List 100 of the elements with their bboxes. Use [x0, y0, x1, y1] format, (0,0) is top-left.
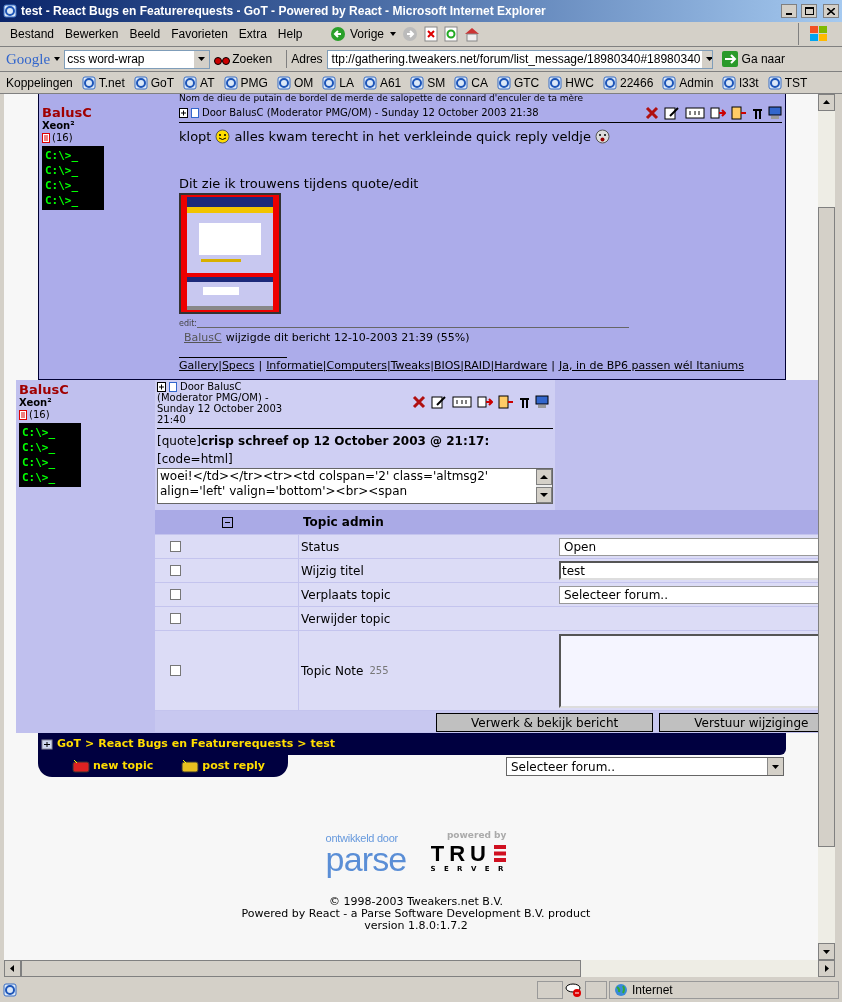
avatar-text: C:\>_	[22, 440, 57, 455]
menu-item[interactable]: Extra	[234, 25, 271, 43]
signature-link[interactable]: Gallery|Specs	[179, 357, 255, 374]
computer-icon[interactable]	[768, 105, 782, 120]
post-header: Door BalusC	[180, 381, 242, 392]
minimize-button[interactable]	[781, 4, 797, 18]
breadcrumb-link[interactable]: test	[310, 735, 335, 753]
scroll-left-icon[interactable]	[4, 960, 21, 977]
link-item[interactable]: OM	[276, 73, 314, 92]
link-item[interactable]: A61	[362, 73, 402, 92]
collapse-icon[interactable]	[221, 516, 233, 528]
signature-link[interactable]: Informatie|Computers|Tweaks|BIOS|RAID|Hardware	[266, 357, 548, 374]
link-item[interactable]: PMG	[223, 73, 268, 92]
checkbox[interactable]	[170, 665, 181, 676]
action-link[interactable]: new topic	[72, 757, 154, 775]
vertical-scrollbar[interactable]	[818, 94, 835, 960]
note-text-area[interactable]	[559, 633, 818, 708]
delete-icon[interactable]	[412, 395, 426, 409]
link-item[interactable]: 22466	[602, 73, 654, 92]
quote-icon[interactable]	[452, 395, 472, 409]
checkbox[interactable]	[170, 613, 181, 624]
pi-icon[interactable]	[519, 395, 530, 409]
home-icon[interactable]	[464, 26, 481, 42]
edit-icon[interactable]	[664, 105, 680, 120]
menu-item[interactable]: Beeld	[125, 25, 165, 43]
scrollbar-thumb[interactable]	[21, 960, 581, 977]
close-button[interactable]	[823, 4, 839, 18]
scroll-down-icon[interactable]	[536, 487, 552, 503]
computer-icon[interactable]	[535, 395, 549, 409]
address-field[interactable]: ttp://gathering.tweakers.net/forum/list_message/18980340#18980340	[326, 49, 713, 69]
globe-page-icon	[454, 75, 469, 90]
breadcrumb-link[interactable]: GoT	[57, 735, 82, 753]
link-item[interactable]: Admin	[662, 73, 714, 92]
refresh-icon[interactable]	[444, 26, 459, 42]
arrow-icon[interactable]	[477, 395, 493, 409]
close-icon	[827, 7, 835, 15]
scroll-down-icon[interactable]	[818, 943, 835, 960]
menu-item[interactable]: Help	[273, 25, 307, 43]
checkbox[interactable]	[170, 589, 181, 600]
link-item[interactable]: SM	[410, 73, 446, 92]
link-item[interactable]: TST	[767, 73, 808, 92]
google-search-button[interactable]: Zoeken	[214, 50, 273, 68]
door-icon[interactable]	[498, 395, 514, 409]
link-item[interactable]: GTC	[496, 73, 540, 92]
checkbox[interactable]	[170, 541, 181, 552]
post-header: Sunday 12 October 2003	[157, 403, 283, 414]
form-button[interactable]: Verstuur wijziginge	[659, 713, 818, 732]
plus-icon[interactable]	[157, 381, 166, 392]
true-logo: TRU	[430, 842, 491, 865]
link-item[interactable]: GoT	[133, 73, 175, 92]
document-icon	[19, 410, 27, 420]
code-text-area[interactable]: woei!</td></tr><tr><td colspan='2' class='altmsg2' align='left' valign='bottom'><br><span	[157, 468, 553, 504]
text-field[interactable]: test	[559, 561, 818, 580]
dropdown-arrow-icon	[198, 57, 206, 61]
form-button[interactable]: Verwerk & bekijk bericht	[436, 713, 654, 732]
link-item[interactable]: LA	[322, 73, 354, 92]
user-link[interactable]: BalusC	[184, 330, 222, 347]
google-search-field[interactable]: css word-wrap	[64, 49, 211, 69]
select-field[interactable]: Open	[559, 537, 818, 556]
door-icon[interactable]	[731, 105, 747, 120]
page-icon[interactable]	[191, 107, 199, 118]
edit-icon[interactable]	[431, 395, 447, 409]
arrow-icon[interactable]	[710, 105, 726, 120]
quote-icon[interactable]	[685, 105, 705, 120]
forum-select[interactable]: Selecteer forum..	[506, 757, 784, 776]
action-link[interactable]: post reply	[181, 757, 266, 775]
menu-item[interactable]: Favorieten	[167, 25, 232, 43]
menu-item[interactable]: Bewerken	[61, 25, 123, 43]
select-field[interactable]: Selecteer forum..	[559, 585, 818, 604]
scrollbar-thumb[interactable]	[818, 207, 835, 847]
page-icon[interactable]	[169, 381, 177, 392]
go-button[interactable]: Ga naar	[720, 50, 785, 68]
signature-link[interactable]: Ja, in de BP6 passen wél Itaniums	[559, 357, 744, 374]
link-item[interactable]: l33t	[722, 73, 759, 92]
maximize-button[interactable]	[801, 4, 817, 18]
link-item[interactable]: AT	[183, 73, 215, 92]
caret-icon[interactable]	[54, 57, 61, 61]
post-header: 21:40	[157, 414, 186, 425]
link-item[interactable]: CA	[454, 73, 488, 92]
plus-icon[interactable]	[179, 107, 188, 118]
breadcrumb-separator: >	[85, 735, 95, 752]
status-panel	[585, 981, 607, 999]
clipped-text: Nom de dieu de putain de bordel de merde de salopette de connard d'enculer de ta mère	[179, 94, 585, 103]
stripes-icon	[494, 845, 506, 862]
status-panel	[537, 981, 563, 999]
menu-item[interactable]: Bestand	[6, 25, 59, 43]
dropdown-arrow-icon	[772, 764, 779, 769]
caret-icon[interactable]	[390, 32, 397, 36]
back-button[interactable]: Vorige	[330, 25, 385, 43]
breadcrumb-link[interactable]: React Bugs en Featurerequests	[98, 735, 294, 753]
globe-page-icon	[183, 75, 198, 90]
scroll-right-icon[interactable]	[818, 960, 835, 977]
delete-icon[interactable]	[645, 105, 659, 120]
stop-icon[interactable]	[424, 26, 439, 42]
link-item[interactable]: HWC	[548, 73, 594, 92]
horizontal-scrollbar[interactable]	[4, 960, 835, 977]
link-item[interactable]: T.net	[81, 73, 125, 92]
scroll-up-icon[interactable]	[818, 94, 835, 111]
scroll-up-icon[interactable]	[536, 469, 552, 485]
checkbox[interactable]	[170, 565, 181, 576]
